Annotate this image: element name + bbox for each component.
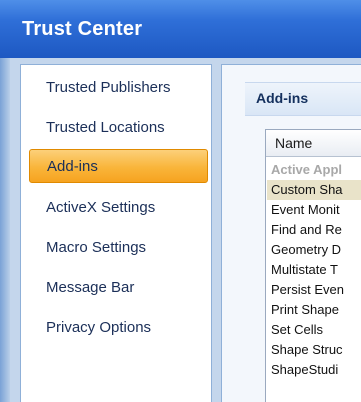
- sidebar-item-trusted-locations[interactable]: Trusted Locations: [29, 111, 208, 145]
- list-item[interactable]: ShapeStudi: [271, 360, 338, 380]
- list-item[interactable]: Print Shape: [271, 300, 339, 320]
- window-title: Trust Center: [22, 18, 143, 40]
- sidebar-item-activex-settings[interactable]: ActiveX Settings: [29, 191, 208, 225]
- list-group-header: Active Appl: [271, 162, 343, 177]
- sidebar-item-privacy-options[interactable]: Privacy Options: [29, 311, 208, 345]
- window-left-border: [0, 58, 10, 402]
- list-item[interactable]: Find and Re: [271, 220, 342, 240]
- list-item[interactable]: Event Monit: [271, 200, 340, 220]
- sidebar-item-message-bar[interactable]: Message Bar: [29, 271, 208, 305]
- content-pane: Add-ins Name Active Appl Custom Sha Even…: [221, 64, 361, 402]
- list-item[interactable]: Geometry D: [271, 240, 341, 260]
- sidebar: Trusted Publishers Trusted Locations Add…: [20, 64, 212, 402]
- section-header: Add-ins: [245, 82, 361, 116]
- list-item[interactable]: Custom Sha: [267, 180, 361, 200]
- section-title: Add-ins: [256, 90, 309, 106]
- list-column-header[interactable]: Name: [266, 130, 361, 157]
- add-ins-list[interactable]: Name Active Appl Custom Sha Event Monit …: [265, 129, 361, 402]
- title-bar: Trust Center: [0, 0, 361, 59]
- column-header-name: Name: [275, 135, 313, 151]
- list-item[interactable]: Persist Even: [271, 280, 344, 300]
- trust-center-window: Trust Center Trusted Publishers Trusted …: [0, 0, 361, 402]
- sidebar-item-add-ins[interactable]: Add-ins: [29, 149, 208, 183]
- list-item[interactable]: Set Cells: [271, 320, 323, 340]
- sidebar-item-trusted-publishers[interactable]: Trusted Publishers: [29, 71, 208, 105]
- sidebar-item-macro-settings[interactable]: Macro Settings: [29, 231, 208, 265]
- list-item[interactable]: Shape Struc: [271, 340, 343, 360]
- list-item[interactable]: Multistate T: [271, 260, 338, 280]
